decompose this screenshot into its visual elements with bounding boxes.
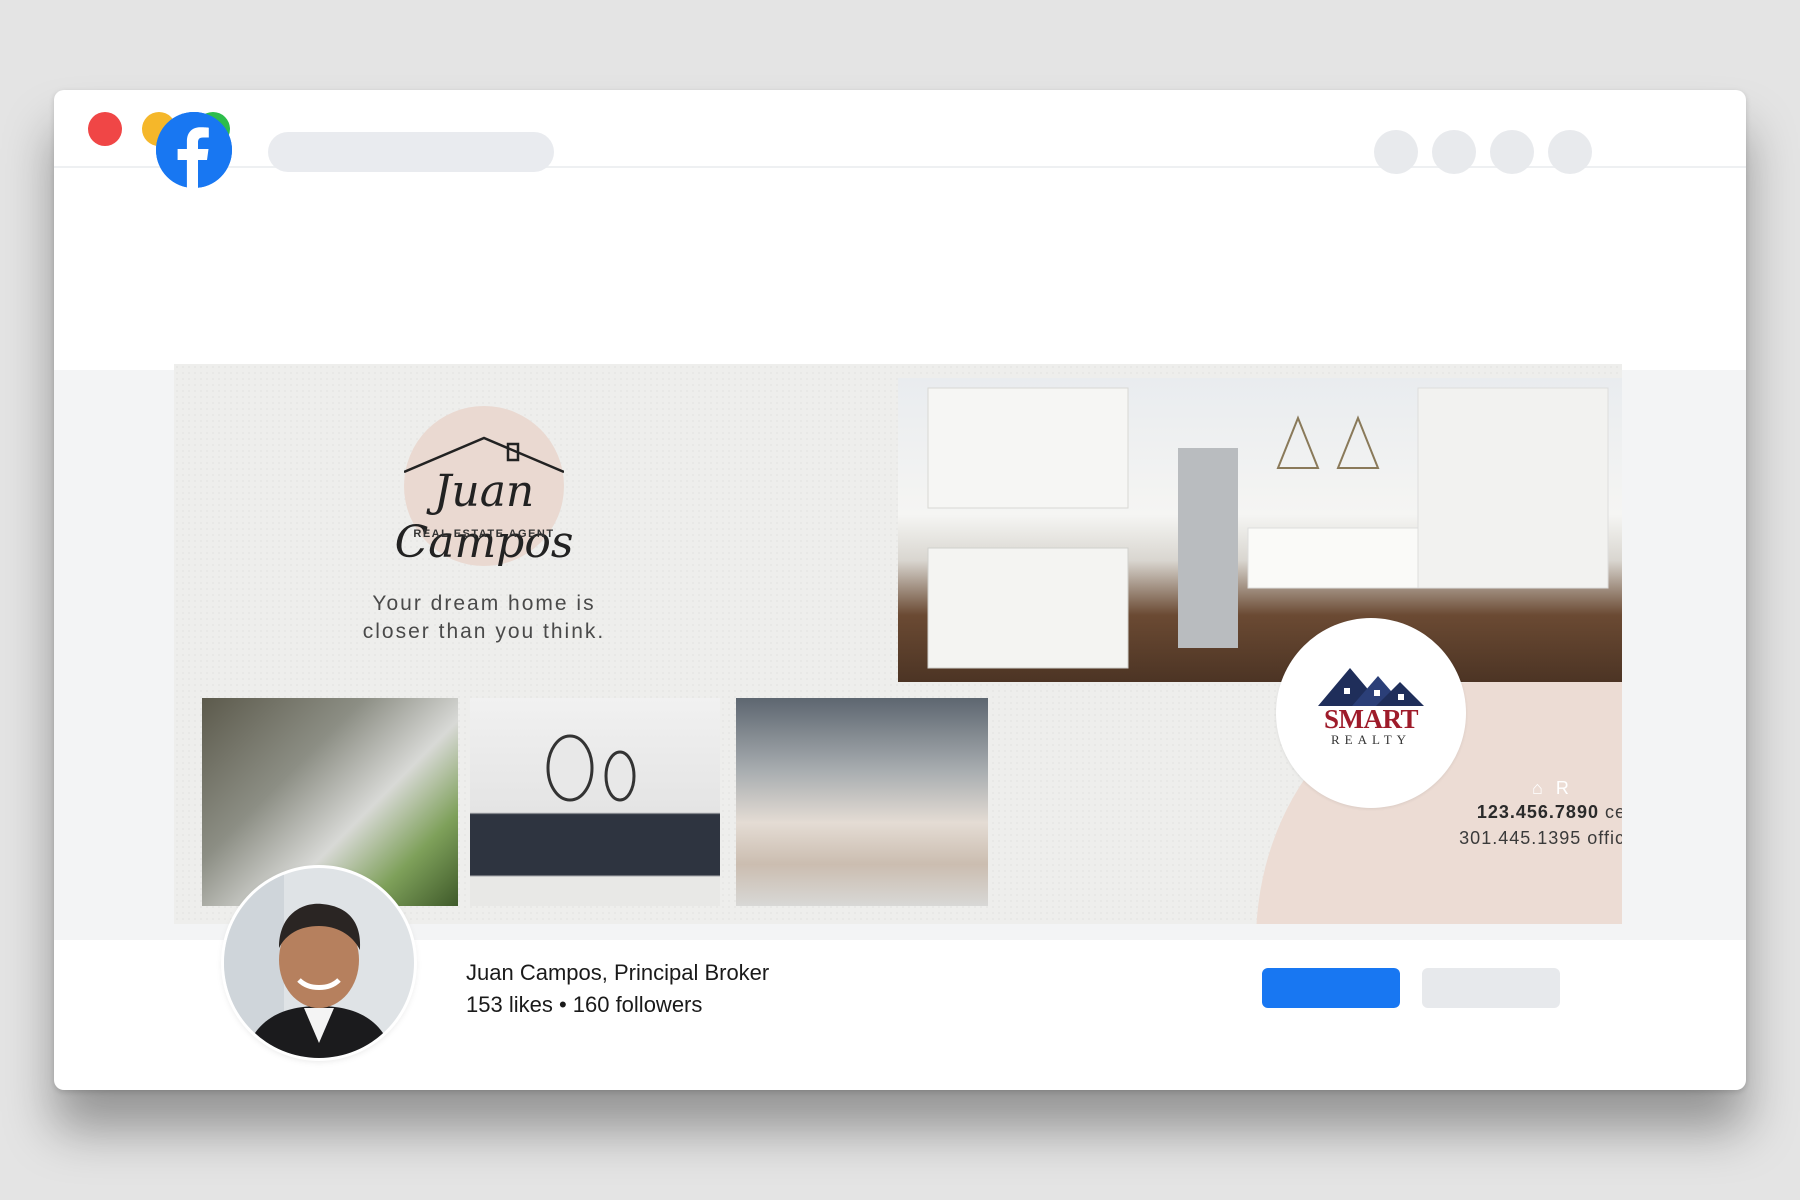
nav-icon-1[interactable] bbox=[1374, 130, 1418, 174]
secondary-action-button[interactable] bbox=[1422, 968, 1560, 1008]
search-input[interactable] bbox=[268, 132, 554, 172]
realty-roof-icon bbox=[1318, 668, 1424, 706]
brokerage-subtitle: REALTY bbox=[1330, 732, 1412, 747]
brokerage-logo: SMART REALTY bbox=[1276, 618, 1466, 808]
logo-subtitle: REAL ESTATE AGENT bbox=[413, 528, 555, 540]
profile-avatar[interactable] bbox=[224, 868, 414, 1058]
cover-photo[interactable]: Juan Campos REAL ESTATE AGENT Your dream… bbox=[174, 364, 1622, 924]
equal-housing-icon: ⌂ R bbox=[1532, 778, 1573, 798]
kitchen-photo bbox=[898, 378, 1622, 682]
brokerage-name: SMART bbox=[1323, 704, 1419, 734]
nav-icon-2[interactable] bbox=[1432, 130, 1476, 174]
bedroom-photo bbox=[736, 698, 988, 906]
nav-icon-3[interactable] bbox=[1490, 130, 1534, 174]
office-phone: 301.445.1395 office bbox=[1459, 828, 1622, 848]
bathroom-photo bbox=[470, 698, 720, 906]
agent-logo: Juan Campos REAL ESTATE AGENT bbox=[364, 406, 594, 576]
nav-icon-4[interactable] bbox=[1548, 130, 1592, 174]
page-name: Juan Campos, Principal Broker bbox=[466, 960, 770, 985]
facebook-logo-icon[interactable] bbox=[156, 112, 232, 188]
primary-action-button[interactable] bbox=[1262, 968, 1400, 1008]
close-window-button[interactable] bbox=[88, 112, 122, 146]
logo-name: Juan Campos bbox=[394, 466, 574, 568]
page-stats: 153 likes • 160 followers bbox=[466, 992, 703, 1017]
tagline: Your dream home is closer than you think… bbox=[362, 592, 606, 643]
